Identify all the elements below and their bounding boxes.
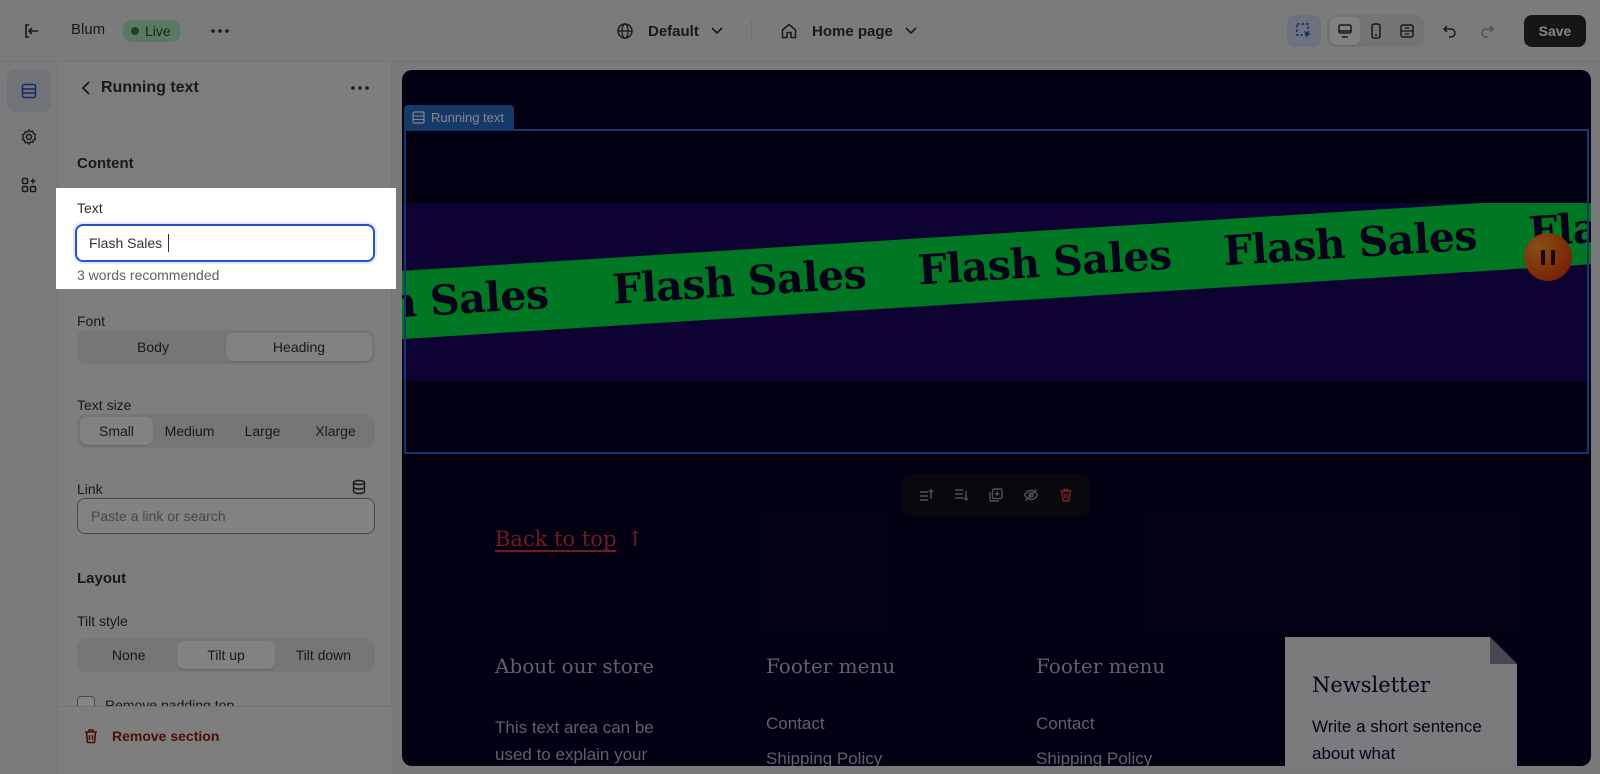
panel-title: Running text: [101, 79, 199, 96]
section-tag-label: Running text: [431, 109, 504, 125]
storefront-preview: h Sales Flash Sales Flash Sales Flash Sa…: [402, 70, 1591, 766]
footer-menu-heading: Footer menu: [1036, 654, 1166, 678]
tilt-option-none[interactable]: None: [80, 641, 177, 669]
sections-icon[interactable]: [7, 70, 51, 112]
remove-section-button[interactable]: Remove section: [112, 728, 219, 744]
footer-menu-link[interactable]: Shipping Policy: [1036, 745, 1152, 766]
mobile-preview-icon[interactable]: [1361, 17, 1391, 45]
footer-menu-heading: Footer menu: [766, 654, 896, 678]
undo-icon[interactable]: [1437, 18, 1463, 44]
newsletter-text: Write a short sentence about what: [1312, 717, 1482, 763]
size-option-small[interactable]: Small: [80, 417, 153, 445]
link-label: Link: [77, 481, 103, 497]
back-arrow-icon[interactable]: [76, 78, 96, 98]
pause-button[interactable]: [1524, 233, 1572, 281]
marquee-strip: h Sales Flash Sales Flash Sales Flash Sa…: [402, 203, 1591, 381]
back-to-top-label: Back to top: [495, 527, 617, 551]
text-label: Text: [77, 200, 103, 216]
font-option-heading[interactable]: Heading: [226, 333, 372, 361]
live-badge: Live: [123, 20, 180, 42]
text-caret: [168, 234, 169, 252]
running-text-section[interactable]: h Sales Flash Sales Flash Sales Flash Sa…: [402, 203, 1591, 381]
tilt-style-selector: None Tilt up Tilt down: [77, 638, 375, 672]
live-label: Live: [145, 23, 171, 39]
font-selector: Body Heading: [77, 330, 375, 364]
newsletter-heading: Newsletter: [1312, 673, 1431, 697]
text-hint: 3 words recommended: [77, 267, 220, 283]
content-heading: Content: [77, 155, 134, 172]
chevron-down-icon: [711, 27, 723, 35]
font-label: Font: [77, 313, 106, 329]
status-dot: [131, 27, 139, 35]
panel-header: Running text: [58, 62, 392, 114]
footer-menu-link[interactable]: Shipping Policy: [766, 745, 882, 766]
theme-label: Default: [648, 22, 699, 40]
section-tag[interactable]: Running text: [404, 105, 514, 129]
fullscreen-preview-icon[interactable]: [1392, 17, 1422, 45]
home-icon: [781, 23, 797, 39]
redo-icon[interactable]: [1474, 18, 1500, 44]
size-option-medium[interactable]: Medium: [153, 417, 226, 445]
theme-editor: Blum Live Default Home page Save Running…: [0, 0, 1600, 774]
tilt-style-label: Tilt style: [77, 613, 128, 629]
newsletter-corner-fold: [1490, 637, 1517, 664]
divider: [751, 20, 752, 42]
layout-heading: Layout: [77, 570, 127, 587]
desktop-preview-icon[interactable]: [1329, 17, 1360, 45]
theme-selector[interactable]: Default: [616, 18, 723, 44]
pause-icon-bar: [1551, 249, 1555, 265]
link-input[interactable]: Paste a link or search: [77, 498, 375, 534]
arrow-up-icon: ↑: [626, 527, 645, 551]
footer-menu-link[interactable]: Contact: [1036, 710, 1095, 737]
text-size-selector: Small Medium Large Xlarge: [77, 414, 375, 448]
apps-icon[interactable]: [7, 164, 51, 206]
panel-more-icon[interactable]: [348, 78, 372, 98]
chevron-down-icon: [905, 27, 917, 35]
save-button[interactable]: Save: [1524, 15, 1586, 47]
device-preview-group: [1327, 15, 1424, 47]
text-setting-highlight: Text Flash Sales 3 words recommended: [56, 188, 396, 289]
store-name: Blum: [71, 21, 106, 38]
section-toolbar: [902, 474, 1090, 516]
newsletter-card: Newsletter Write a short sentence about …: [1285, 637, 1517, 766]
tilt-option-down[interactable]: Tilt down: [275, 641, 372, 669]
globe-icon: [617, 23, 633, 39]
pause-icon-bar: [1541, 249, 1545, 265]
hide-icon[interactable]: [1017, 481, 1045, 509]
back-to-top-link[interactable]: Back to top ↑: [495, 527, 644, 551]
inspector-toggle-icon[interactable]: [1287, 15, 1321, 47]
section-icon: [412, 110, 425, 124]
dynamic-source-icon[interactable]: [350, 478, 368, 496]
gear-icon[interactable]: [7, 116, 51, 158]
footer-about-heading: About our store: [495, 654, 655, 678]
footer-menu-link[interactable]: Contact: [766, 710, 825, 737]
size-option-large[interactable]: Large: [226, 417, 299, 445]
text-input[interactable]: Flash Sales: [75, 224, 375, 262]
move-up-icon[interactable]: [912, 481, 940, 509]
trash-icon: [85, 729, 97, 744]
font-option-body[interactable]: Body: [80, 333, 226, 361]
footer-about-text: This text area can be used to explain yo…: [495, 718, 654, 764]
more-actions-icon[interactable]: [207, 20, 233, 42]
size-option-xlarge[interactable]: Xlarge: [299, 417, 372, 445]
move-down-icon[interactable]: [947, 481, 975, 509]
section-settings-panel: Running text Content Font Body Heading T…: [58, 62, 392, 774]
delete-icon[interactable]: [1052, 481, 1080, 509]
tilt-option-up[interactable]: Tilt up: [177, 641, 275, 669]
duplicate-icon[interactable]: [982, 481, 1010, 509]
page-selector[interactable]: Home page: [780, 18, 917, 44]
text-size-label: Text size: [77, 397, 132, 413]
top-bar: Blum Live Default Home page Save: [0, 0, 1600, 62]
panel-footer: Remove section: [58, 706, 392, 774]
exit-icon[interactable]: [18, 19, 44, 43]
editor-rail: [0, 62, 58, 774]
page-label: Home page: [812, 22, 893, 40]
text-input-value: Flash Sales: [89, 235, 163, 251]
